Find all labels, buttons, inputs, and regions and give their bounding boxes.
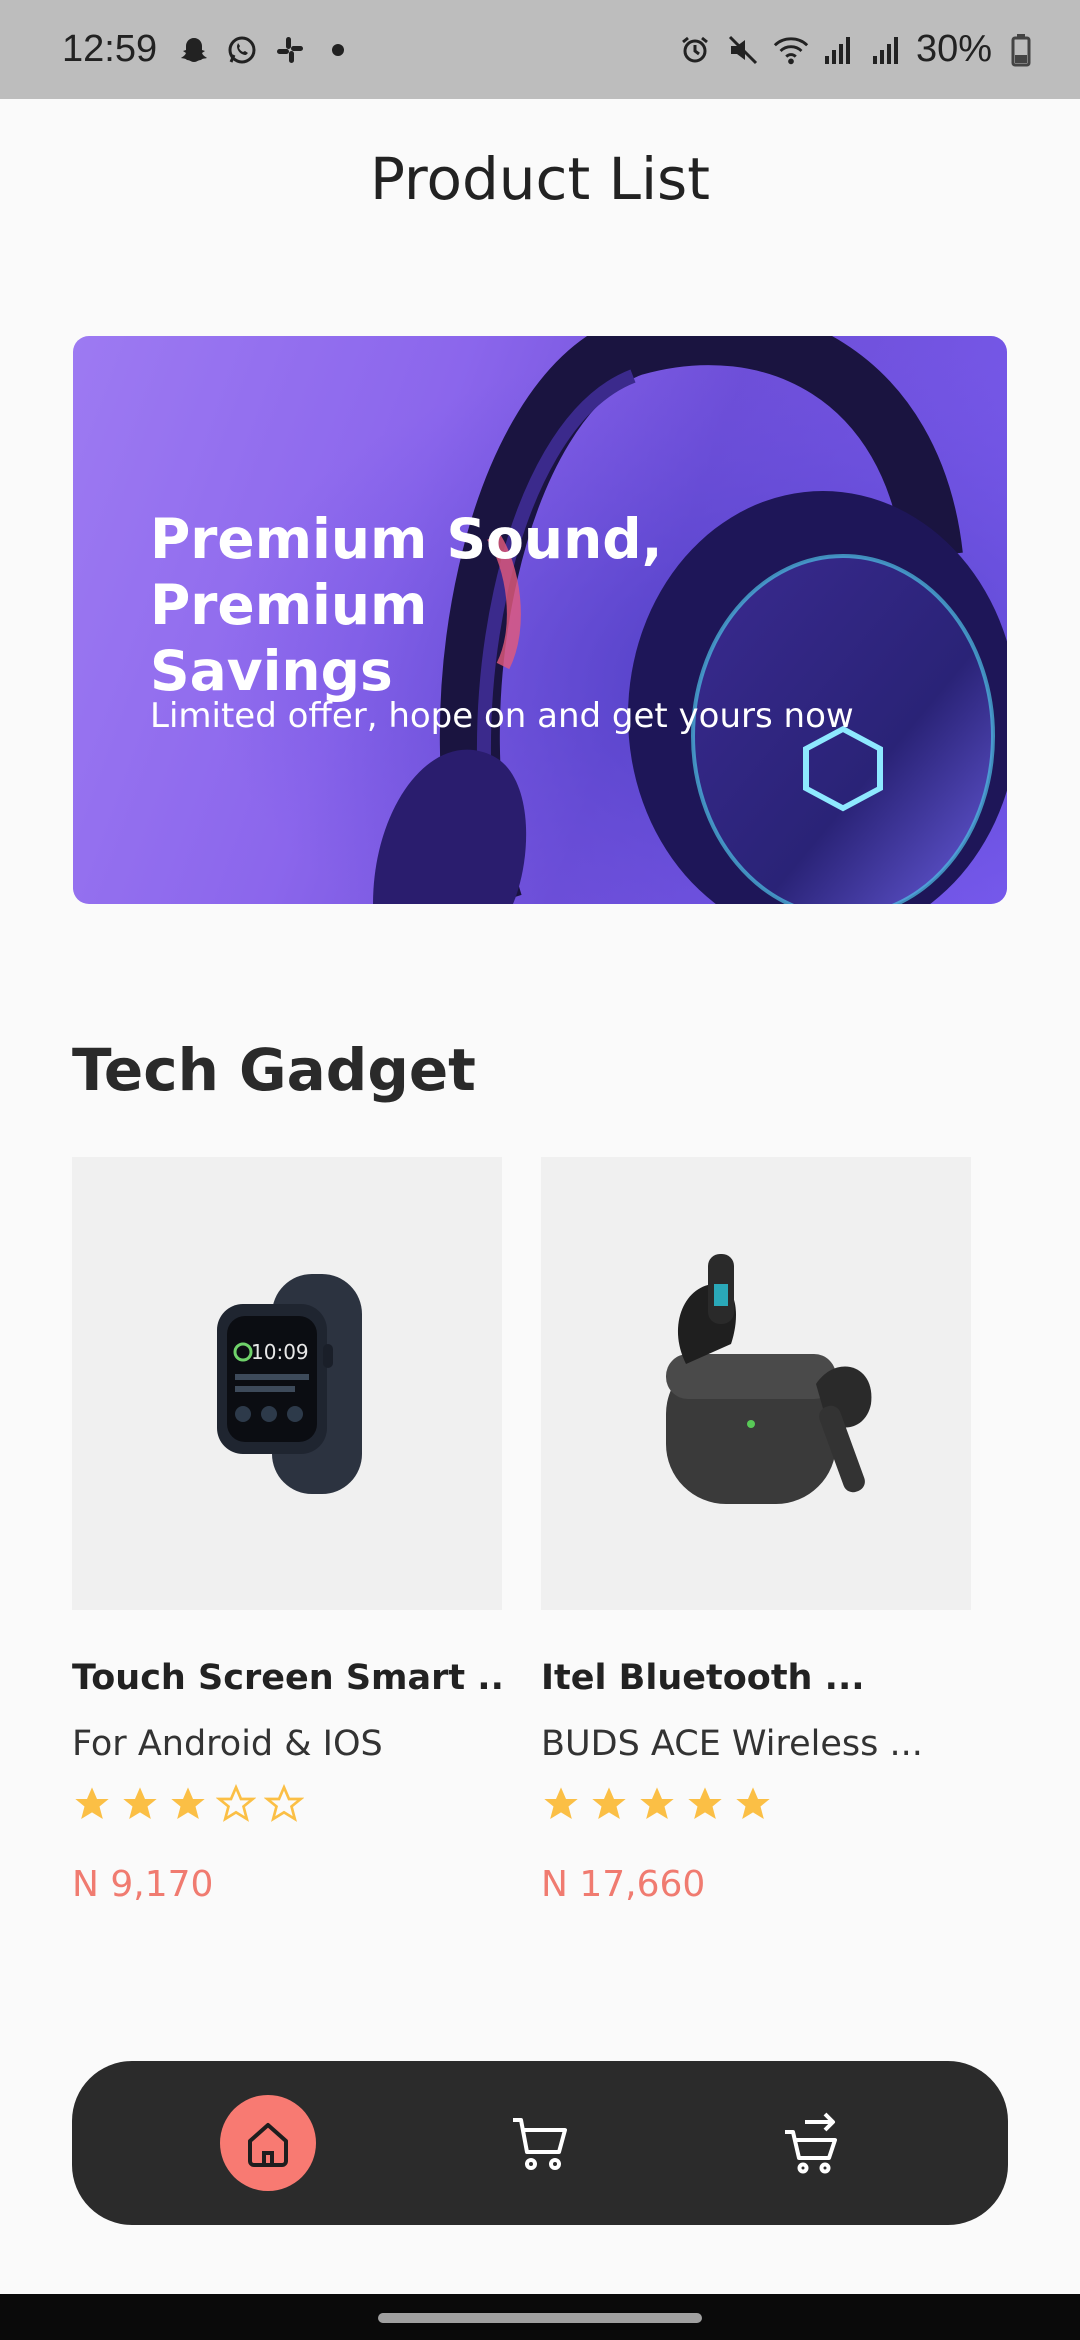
status-left: 12:59 xyxy=(62,28,357,71)
star-filled-icon xyxy=(75,1787,109,1819)
product-price: N 9,170 xyxy=(72,1864,214,1905)
product-title: Touch Screen Smart ... xyxy=(72,1658,502,1698)
battery-icon xyxy=(1002,31,1040,69)
gesture-bar xyxy=(0,2294,1080,2340)
whatsapp-icon xyxy=(223,31,261,69)
page-title: Product List xyxy=(369,145,711,213)
smartwatch-icon: 10:09 xyxy=(217,1273,362,1494)
signal-icon xyxy=(868,31,906,69)
star-filled-icon xyxy=(736,1787,770,1819)
svg-text:10:09: 10:09 xyxy=(251,1340,309,1364)
cart-icon xyxy=(513,2118,567,2170)
home-icon xyxy=(248,2123,288,2167)
nav-home-button[interactable] xyxy=(220,2095,316,2191)
status-time: 12:59 xyxy=(62,28,158,70)
bottom-nav xyxy=(72,2061,1008,2225)
dot-icon xyxy=(319,31,357,69)
nav-checkout-button[interactable] xyxy=(764,2095,860,2191)
status-bar: 12:59 30% xyxy=(0,0,1080,99)
nav-cart-button[interactable] xyxy=(492,2095,588,2191)
section-title: Tech Gadget xyxy=(72,1036,476,1104)
banner-heading-line2: Premium Savings xyxy=(150,573,428,703)
status-right: 30% xyxy=(676,28,1040,71)
alarm-icon xyxy=(676,31,714,69)
star-filled-icon xyxy=(640,1787,674,1819)
star-filled-icon xyxy=(123,1787,157,1819)
star-filled-icon xyxy=(688,1787,722,1819)
signal-icon xyxy=(820,31,858,69)
banner-subtitle: Limited offer, hope on and get yours now xyxy=(150,696,854,736)
checkout-cart-icon xyxy=(785,2112,837,2174)
product-price: N 17,660 xyxy=(541,1864,706,1905)
product-image xyxy=(541,1157,971,1610)
product-title: Itel Bluetooth ... xyxy=(541,1658,865,1698)
star-filled-icon xyxy=(592,1787,626,1819)
slack-icon xyxy=(271,31,309,69)
home-gesture-handle[interactable] xyxy=(378,2313,702,2323)
star-filled-icon xyxy=(544,1787,578,1819)
rating-stars xyxy=(541,1784,971,1824)
banner-heading-line1: Premium Sound, xyxy=(150,507,663,571)
product-card[interactable]: Itel Bluetooth ... BUDS ACE Wireless ...… xyxy=(541,1157,971,1905)
banner-heading: Premium Sound, Premium Savings xyxy=(150,506,670,704)
star-outline-icon xyxy=(264,1784,304,1822)
battery-percent: 30% xyxy=(915,28,992,70)
rating-stars xyxy=(72,1784,502,1824)
wifi-icon xyxy=(772,31,810,69)
star-filled-icon xyxy=(171,1787,205,1819)
product-subtitle: BUDS ACE Wireless ... xyxy=(541,1724,923,1764)
star-outline-icon xyxy=(216,1784,256,1822)
product-subtitle: For Android & IOS xyxy=(72,1724,383,1764)
product-card[interactable]: 10:09 Touch Screen Smart ... For Android… xyxy=(72,1157,502,1905)
product-image: 10:09 xyxy=(72,1157,502,1610)
mute-icon xyxy=(724,31,762,69)
snapchat-icon xyxy=(175,31,213,69)
earbuds-icon xyxy=(666,1253,872,1504)
promo-banner[interactable]: Premium Sound, Premium Savings Limited o… xyxy=(73,336,1007,904)
